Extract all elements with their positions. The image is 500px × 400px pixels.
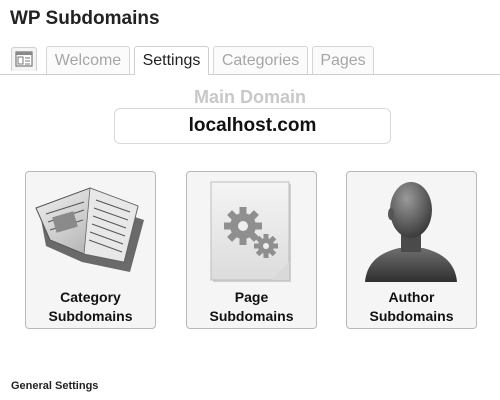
tab-bar: Welcome Settings Categories Pages <box>0 46 500 75</box>
tab-categories[interactable]: Categories <box>213 46 308 74</box>
card-label: Author Subdomains <box>369 289 454 324</box>
tab-pages[interactable]: Pages <box>312 46 374 74</box>
category-subdomains-card[interactable]: Category Subdomains <box>25 171 156 329</box>
app-title: WP Subdomains <box>10 8 160 29</box>
tab-label: Welcome <box>54 51 122 69</box>
gears-document-icon <box>210 181 291 282</box>
main-domain-field[interactable]: localhost.com <box>114 108 391 144</box>
tab-label: Settings <box>142 52 201 69</box>
tab-label: Categories <box>221 51 300 69</box>
dashboard-icon[interactable] <box>11 47 37 71</box>
card-label: Page Subdomains <box>209 289 294 324</box>
main-domain-label: Main Domain <box>193 87 306 107</box>
general-settings-heading: General Settings <box>11 380 99 392</box>
card-label: Category Subdomains <box>48 289 133 324</box>
page-subdomains-card[interactable]: Page Subdomains <box>186 171 317 329</box>
main-domain-value: localhost.com <box>188 115 317 136</box>
tab-welcome[interactable]: Welcome <box>46 46 130 74</box>
tab-label: Pages <box>320 51 366 69</box>
newspaper-icon <box>35 187 144 272</box>
person-bust-icon <box>365 182 457 282</box>
author-subdomains-card[interactable]: Author Subdomains <box>346 171 477 329</box>
tab-settings[interactable]: Settings <box>134 46 209 75</box>
